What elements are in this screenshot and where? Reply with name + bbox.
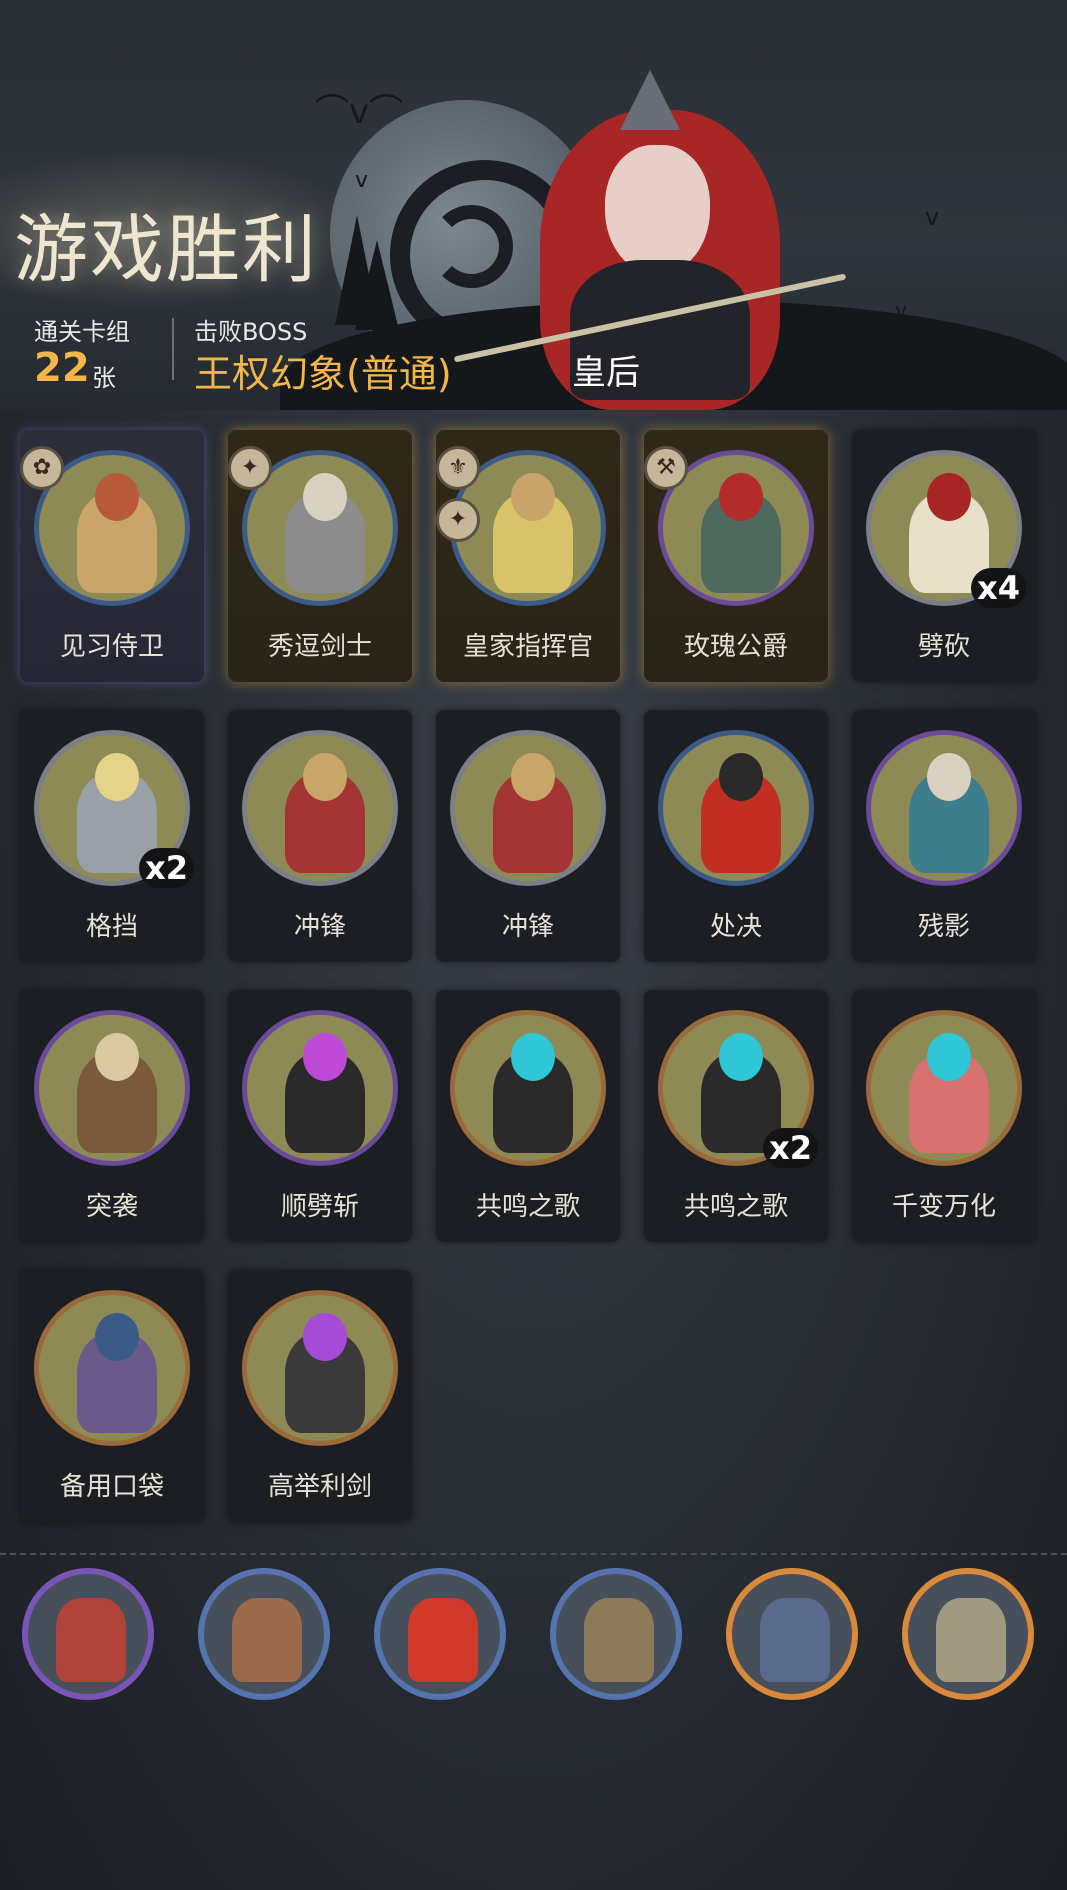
boss-label: 击败BOSS: [194, 318, 308, 346]
card-突袭[interactable]: 突袭: [20, 990, 204, 1242]
card-art: [658, 730, 814, 886]
victory-title: 游戏胜利: [14, 207, 318, 293]
card-name: 处决: [709, 912, 762, 942]
card-name: 高举利剑: [267, 1472, 372, 1502]
boss-name: 王权幻象(普通): [194, 352, 452, 396]
card-count: x2: [139, 848, 194, 888]
card-name: 备用口袋: [59, 1472, 164, 1502]
rose-icon: ✿: [20, 446, 64, 490]
card-格挡[interactable]: x2 格挡: [20, 710, 204, 962]
card-冲锋[interactable]: 冲锋: [228, 710, 412, 962]
card-name: 冲锋: [501, 912, 554, 942]
axe-icon: ⚒: [644, 446, 688, 490]
card-name: 冲锋: [293, 912, 346, 942]
card-处决[interactable]: 处决: [644, 710, 828, 962]
claw-relic-icon[interactable]: [374, 1568, 506, 1700]
card-count: x2: [763, 1128, 818, 1168]
card-name: 共鸣之歌: [683, 1192, 788, 1222]
card-count: x4: [971, 568, 1026, 608]
card-art: [242, 730, 398, 886]
card-art: [450, 730, 606, 886]
card-玫瑰公爵[interactable]: ⚒ 玫瑰公爵: [644, 430, 828, 682]
queen-boss-portrait: [453, 70, 847, 410]
catapult-relic-icon[interactable]: [902, 1568, 1034, 1700]
crest-icon: ⚜: [436, 446, 480, 490]
card-name: 顺劈斩: [280, 1192, 359, 1222]
card-劈砍[interactable]: x4 劈砍: [852, 430, 1036, 682]
boss-title: 皇后: [572, 353, 640, 393]
alley-relic-icon[interactable]: [22, 1568, 154, 1700]
card-见习侍卫[interactable]: ✿ 见习侍卫: [20, 430, 204, 682]
card-name: 见习侍卫: [59, 632, 164, 662]
card-art: [450, 1010, 606, 1166]
deck-unit: 张: [92, 364, 116, 392]
card-name: 残影: [917, 912, 970, 942]
card-秀逗剑士[interactable]: ✦ 秀逗剑士: [228, 430, 412, 682]
card-art: [242, 1290, 398, 1446]
raven-icon: ✦: [436, 498, 480, 542]
card-name: 格挡: [85, 912, 138, 942]
card-art: [34, 1010, 190, 1166]
deck-count: 22: [34, 345, 90, 391]
card-art: [242, 1010, 398, 1166]
bat-icon: ⌒v⌒: [315, 92, 404, 132]
card-高举利剑[interactable]: 高举利剑: [228, 1270, 412, 1522]
card-残影[interactable]: 残影: [852, 710, 1036, 962]
deck-label: 通关卡组: [34, 318, 130, 346]
card-art: [866, 730, 1022, 886]
relic-divider: [0, 1553, 1067, 1555]
card-name: 玫瑰公爵: [683, 632, 788, 662]
card-皇家指挥官[interactable]: ⚜ ✦ 皇家指挥官: [436, 430, 620, 682]
card-name: 突袭: [85, 1192, 138, 1222]
bat-icon: v: [895, 298, 907, 322]
swirl-inner-illustration: [430, 205, 513, 288]
card-共鸣之歌[interactable]: 共鸣之歌: [436, 990, 620, 1242]
card-name: 劈砍: [917, 632, 970, 662]
street-relic-icon[interactable]: [550, 1568, 682, 1700]
card-冲锋[interactable]: 冲锋: [436, 710, 620, 962]
card-name: 千变万化: [891, 1192, 996, 1222]
card-备用口袋[interactable]: 备用口袋: [20, 1270, 204, 1522]
victory-header: ⌒v⌒ v v v 游戏胜利 通关卡组 22 张 击败BOSS 王权幻象(普通)…: [0, 0, 1067, 410]
card-name: 秀逗剑士: [267, 632, 372, 662]
runner-relic-icon[interactable]: [198, 1568, 330, 1700]
card-千变万化[interactable]: 千变万化: [852, 990, 1036, 1242]
knight-relic-icon[interactable]: [726, 1568, 858, 1700]
card-共鸣之歌[interactable]: x2 共鸣之歌: [644, 990, 828, 1242]
stat-divider: [172, 318, 174, 380]
raven-icon: ✦: [228, 446, 272, 490]
card-art: [866, 1010, 1022, 1166]
card-顺劈斩[interactable]: 顺劈斩: [228, 990, 412, 1242]
card-art: [34, 1290, 190, 1446]
card-name: 共鸣之歌: [475, 1192, 580, 1222]
bat-icon: v: [925, 203, 940, 231]
card-name: 皇家指挥官: [462, 632, 593, 662]
